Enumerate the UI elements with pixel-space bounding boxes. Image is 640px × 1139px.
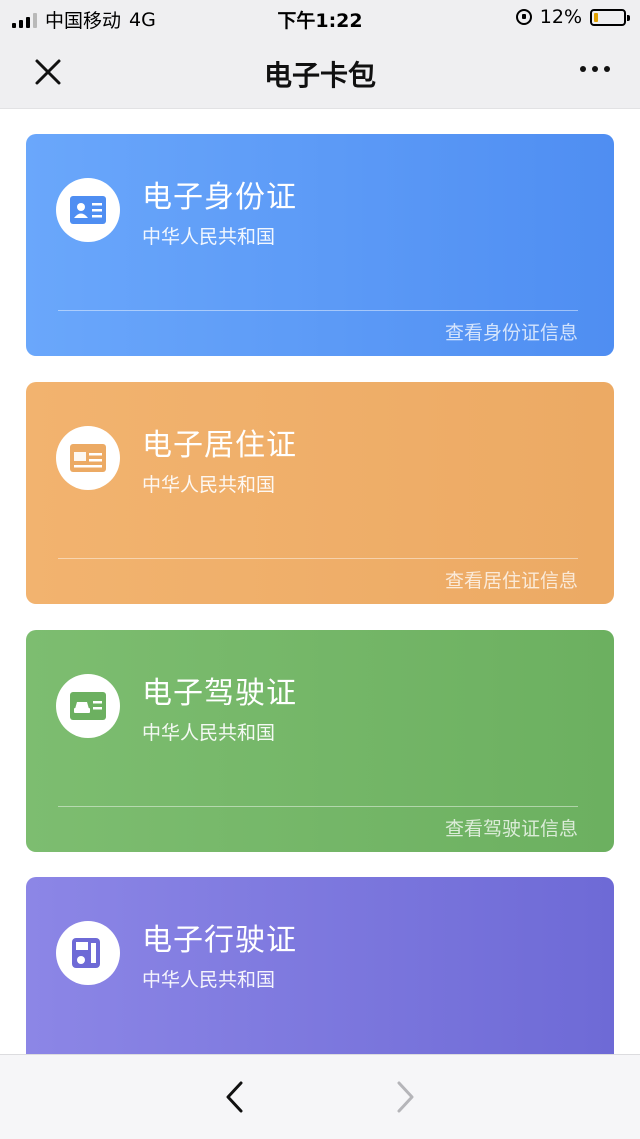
view-residence-info-link[interactable]: 查看居住证信息	[445, 566, 578, 593]
status-bar: 中国移动 4G 下午1:22 12%	[0, 0, 640, 36]
card-title: 电子驾驶证	[142, 676, 297, 711]
residence-permit-entry[interactable]: 电子居住证 中华人民共和国 查看居住证信息	[26, 382, 614, 604]
card-subtitle: 中华人民共和国	[142, 226, 276, 248]
bottom-toolbar	[0, 1054, 640, 1139]
battery-percent: 12%	[539, 6, 582, 28]
card-title: 电子身份证	[142, 180, 297, 215]
card-subtitle: 中华人民共和国	[142, 722, 276, 744]
more-options-icon[interactable]	[580, 66, 610, 72]
nav-bar: 电子卡包	[0, 36, 640, 109]
driver-license-entry[interactable]: 电子驾驶证 中华人民共和国 查看驾驶证信息	[26, 630, 614, 852]
id-card-icon	[56, 178, 120, 242]
id-card-entry[interactable]: 电子身份证 中华人民共和国 查看身份证信息	[26, 134, 614, 356]
driver-license-icon	[56, 674, 120, 738]
chevron-right-icon[interactable]	[390, 1079, 420, 1115]
battery-icon	[590, 8, 630, 26]
chevron-left-icon[interactable]	[220, 1079, 250, 1115]
card-title: 电子居住证	[142, 428, 297, 463]
vehicle-license-icon	[56, 921, 120, 985]
card-subtitle: 中华人民共和国	[142, 474, 276, 496]
card-title: 电子行驶证	[142, 923, 297, 958]
residence-permit-icon	[56, 426, 120, 490]
rotation-lock-icon	[515, 9, 532, 25]
divider	[58, 310, 578, 311]
view-id-info-link[interactable]: 查看身份证信息	[445, 318, 578, 345]
vehicle-license-entry[interactable]: 电子行驶证 中华人民共和国	[26, 877, 614, 1077]
divider	[58, 806, 578, 807]
status-right: 12%	[515, 6, 630, 28]
card-subtitle: 中华人民共和国	[142, 969, 276, 991]
view-driver-info-link[interactable]: 查看驾驶证信息	[445, 814, 578, 841]
page-title: 电子卡包	[263, 59, 376, 92]
divider	[58, 558, 578, 559]
